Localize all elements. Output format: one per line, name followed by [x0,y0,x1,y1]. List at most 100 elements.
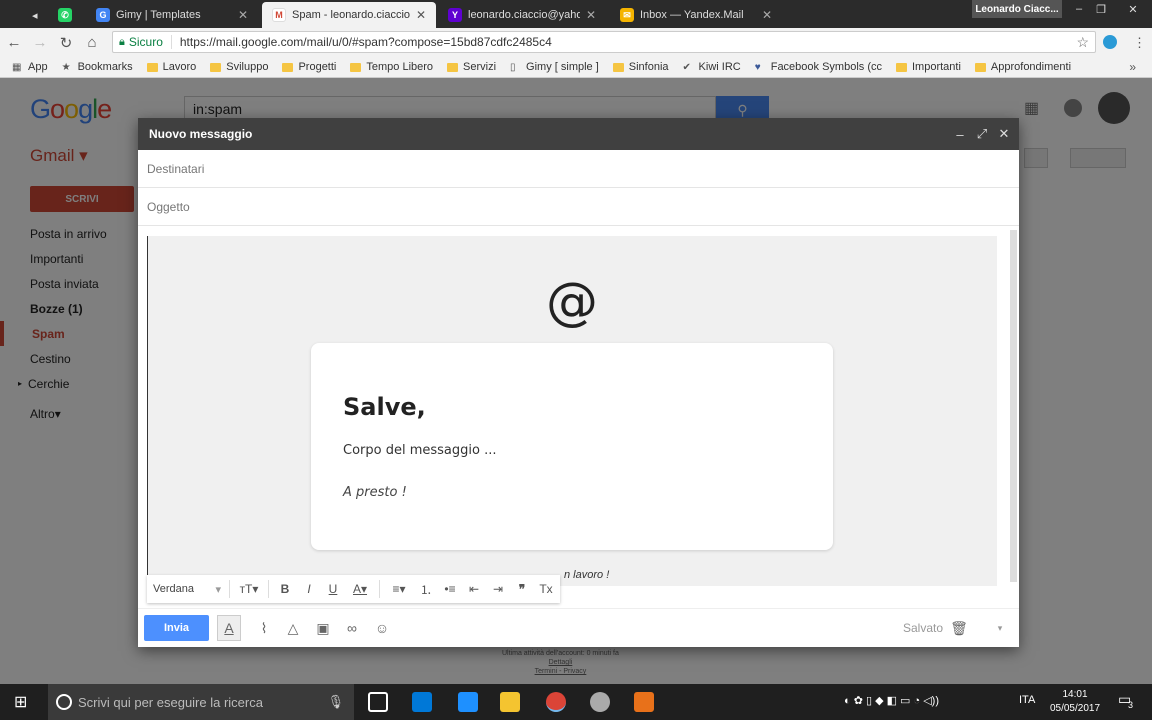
close-window-icon[interactable]: ✕ [1122,0,1144,18]
language-indicator[interactable]: ITA [1019,694,1035,706]
indent-more-icon[interactable]: ⇥ [486,579,510,599]
forward-arrow-icon[interactable]: → [28,31,52,55]
bulleted-list-icon[interactable]: •≡ [438,579,462,599]
close-icon[interactable]: ✕ [238,8,248,22]
body-text: Corpo del messaggio ... [343,443,497,458]
menu-icon[interactable]: ⋮ [1133,35,1147,50]
minimize-icon[interactable]: – [952,126,968,142]
remove-formatting-icon[interactable]: Tx [534,579,558,599]
trash-icon[interactable]: 🗑︎ [950,619,968,637]
quote-icon[interactable]: ❞ [510,579,534,599]
bookmark-progetti[interactable]: Progetti [282,61,336,73]
url-text[interactable]: https://mail.google.com/mail/u/0/#spam?c… [180,35,552,49]
bookmark-gimy-simple[interactable]: ▯ Gimy [ simple ] [510,61,599,73]
tab-title: Inbox — Yandex.Mail [640,9,744,21]
divider [379,580,380,598]
tab-whatsapp[interactable]: ✆ [48,2,84,28]
compose-header[interactable]: Nuovo messaggio [138,118,1019,150]
tab-gmail-spam[interactable]: M Spam - leonardo.ciaccio ✕ [262,2,436,28]
bookmark-bookmarks[interactable]: ★ Bookmarks [62,61,133,73]
secure-label: Sicuro [129,35,172,49]
restore-icon[interactable]: ❐ [1090,0,1112,18]
minimize-icon[interactable]: – [1068,0,1090,18]
saved-status: Salvato [903,621,944,635]
app-icon[interactable] [590,692,610,712]
folder-icon [210,62,222,72]
bookmark-tempo-libero[interactable]: Tempo Libero [350,61,433,73]
profile-badge[interactable]: Leonardo Ciacc... [972,0,1062,18]
reload-icon[interactable]: ↻ [54,31,78,55]
bookmark-lavoro[interactable]: Lavoro [146,61,196,73]
tab-title: Gimy | Templates [116,9,201,21]
folder-icon [612,62,624,72]
formatting-toolbar: Verdana ▾ тT▾ B I U A▾ ≡▾ ⒈ •≡ ⇤ ⇥ ❞ Tx [147,575,560,603]
greeting-text: Salve, [343,393,426,421]
bookmark-facebook-symbols[interactable]: ♥ Facebook Symbols (cc [755,61,882,73]
yandex-mail-icon: ✉ [620,8,634,22]
bookmark-kiwi-irc[interactable]: ✔ Kiwi IRC [683,61,741,73]
file-explorer-icon[interactable] [500,692,520,712]
close-icon[interactable]: ✕ [586,8,596,22]
numbered-list-icon[interactable]: ⒈ [414,579,438,599]
italic-icon[interactable]: I [297,579,321,599]
taskbar-search[interactable]: Scrivi qui per eseguire la ricerca 🎙︎ [48,684,354,720]
tab-gimy-templates[interactable]: G Gimy | Templates ✕ [86,2,258,28]
back-arrow-icon[interactable]: ← [2,31,26,55]
bold-icon[interactable]: B [273,579,297,599]
chrome-icon[interactable] [546,692,566,712]
closing-text: A presto ! [343,485,407,500]
bookmark-sinfonia[interactable]: Sinfonia [612,61,669,73]
bookmark-star-icon[interactable]: ☆ [1076,34,1089,51]
indent-less-icon[interactable]: ⇤ [462,579,486,599]
subject-field[interactable]: Oggetto [138,188,1019,226]
tab-speaker-icon[interactable]: ◂ [22,2,46,28]
bookmark-importanti[interactable]: Importanti [895,61,961,73]
insert-photo-icon[interactable]: ▣ [314,619,332,637]
close-icon[interactable]: ✕ [762,8,772,22]
star-icon: ★ [61,61,71,73]
close-icon[interactable]: ✕ [416,8,426,22]
edge-icon[interactable] [458,692,478,712]
send-button[interactable]: Invia [144,615,209,641]
expand-icon[interactable]: ⤢ [974,126,990,142]
telegram-icon[interactable] [1103,35,1117,49]
bookmark-app[interactable]: ▦ App [12,61,48,73]
attach-icon[interactable]: ⌇ [255,619,273,637]
windows-start-icon[interactable]: ⊞ [14,692,34,712]
taskbar: ⊞ Scrivi qui per eseguire la ricerca 🎙︎ … [0,684,1152,720]
close-icon[interactable]: ✕ [996,126,1012,142]
formatting-options-icon[interactable]: A [217,615,241,641]
sublime-text-icon[interactable] [634,692,654,712]
more-bookmarks-icon[interactable]: » [1129,60,1136,74]
clock[interactable]: 14:01 05/05/2017 [1040,688,1110,716]
drive-icon[interactable]: △ [284,619,302,637]
home-icon[interactable]: ⌂ [80,31,104,55]
font-size-icon[interactable]: тT▾ [234,579,264,599]
tray-icons[interactable]: ◐ ✿ ▯ ◆ ◧ ▭ ◔ ◁)) [844,694,939,707]
scrollbar[interactable] [1010,230,1017,582]
underline-icon[interactable]: U [321,579,345,599]
tab-yandex-mail[interactable]: ✉ Inbox — Yandex.Mail ✕ [610,2,782,28]
emoji-icon[interactable]: ☺ [373,619,391,637]
folder-icon [146,62,158,72]
microphone-icon[interactable]: 🎙︎ [327,694,344,710]
text-color-icon[interactable]: A▾ [345,579,375,599]
folder-icon [895,62,907,72]
apps-grid-icon: ▦ [12,61,22,73]
whatsapp-icon: ✆ [58,8,72,22]
store-icon[interactable] [412,692,432,712]
tab-yahoo-mail[interactable]: Y leonardo.ciaccio@yahoo ✕ [438,2,606,28]
browser-titlebar: ◂ ✆ G Gimy | Templates ✕ M Spam - leonar… [0,0,1152,28]
bookmark-servizi[interactable]: Servizi [447,61,496,73]
address-bar[interactable]: 🔒︎ Sicuro https://mail.google.com/mail/u… [112,31,1096,53]
insert-link-icon[interactable]: ∞ [343,619,361,637]
bookmark-sviluppo[interactable]: Sviluppo [210,61,268,73]
more-options-icon[interactable]: ▾ [991,619,1009,637]
task-view-icon[interactable] [368,692,388,712]
yahoo-icon: Y [448,8,462,22]
bookmark-approfondimenti[interactable]: Approfondimenti [974,61,1071,73]
font-select[interactable]: Verdana ▾ [153,583,225,596]
message-body[interactable]: @ Salve, Corpo del messaggio ... A prest… [147,236,997,586]
recipients-field[interactable]: Destinatari [138,150,1019,188]
align-icon[interactable]: ≡▾ [384,579,414,599]
